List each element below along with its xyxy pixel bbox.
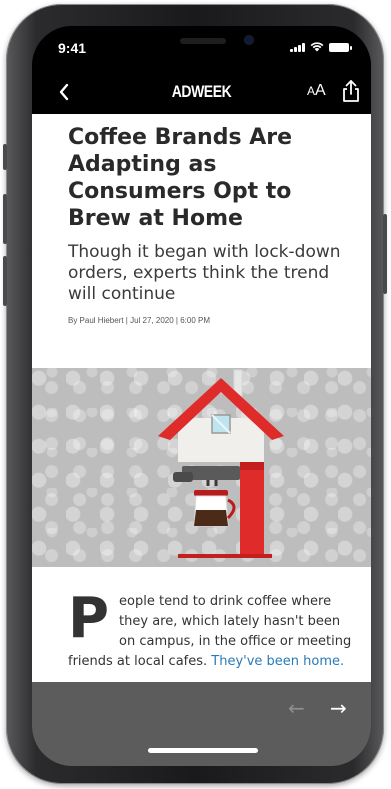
drop-cap: P [68, 586, 110, 651]
battery-icon [329, 42, 352, 52]
text-size-large-a: A [315, 82, 326, 99]
hero-illustration [32, 368, 371, 567]
article-byline: By Paul Hiebert | Jul 27, 2020 | 6:00 PM [68, 316, 211, 325]
adweek-logo: ADWEEK [171, 82, 232, 101]
share-button[interactable] [340, 79, 362, 103]
volume-up-button [3, 194, 7, 244]
volume-down-button [3, 256, 7, 306]
status-bar: 9:41 [32, 26, 371, 70]
mute-switch [3, 144, 7, 170]
power-button [383, 214, 387, 294]
front-camera [245, 36, 253, 44]
speaker-grille [180, 38, 226, 44]
home-indicator[interactable] [148, 748, 258, 753]
bottom-toolbar: ← → [32, 682, 371, 766]
article-body: People tend to drink coffee where they a… [68, 586, 360, 672]
text-size-button[interactable]: AA [307, 82, 326, 100]
article-inline-link[interactable]: They've been home. [211, 654, 344, 669]
status-icons [290, 42, 352, 52]
screen: 9:41 ADWEEK AA Coffee Brands Are Adaptin… [32, 26, 371, 766]
next-article-button[interactable]: → [330, 696, 347, 720]
share-icon [343, 80, 359, 102]
article-dek: Though it began with lock-down orders, e… [68, 242, 341, 304]
text-size-small-a: A [307, 84, 316, 98]
status-time: 9:41 [58, 40, 87, 56]
wifi-icon [310, 42, 324, 52]
coffee-house-illustration [158, 369, 284, 558]
article-headline: Coffee Brands Are Adapting as Consumers … [68, 125, 293, 231]
top-nav-bar: ADWEEK AA [32, 70, 371, 114]
previous-article-button[interactable]: ← [288, 696, 305, 720]
article-content[interactable]: Coffee Brands Are Adapting as Consumers … [32, 114, 371, 682]
phone-frame: 9:41 ADWEEK AA Coffee Brands Are Adaptin… [3, 4, 387, 784]
signal-icon [290, 42, 305, 52]
